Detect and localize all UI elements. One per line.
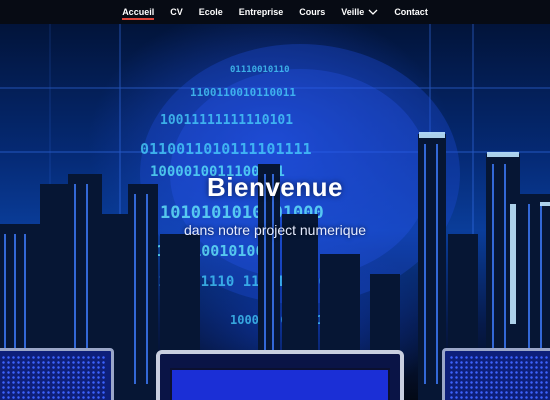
laptop-image-right [442, 348, 550, 400]
nav-item-label: CV [170, 7, 183, 17]
nav-item-label: Veille [341, 7, 365, 17]
nav-item-entreprise[interactable]: Entreprise [231, 0, 292, 24]
nav-item-accueil[interactable]: Accueil [114, 0, 162, 24]
hero-title: Bienvenue [207, 172, 343, 202]
nav-item-contact[interactable]: Contact [386, 0, 436, 24]
nav-item-veille[interactable]: Veille [333, 0, 386, 24]
nav-item-label: Cours [299, 7, 326, 17]
laptop-image-left [0, 348, 114, 400]
nav-item-label: Accueil [122, 7, 155, 17]
hero-subtitle: dans notre project numerique [183, 222, 367, 238]
nav-item-cours[interactable]: Cours [291, 0, 333, 24]
nav-menu: Accueil CV Ecole Entreprise Cours Veille… [114, 0, 436, 24]
nav-item-label: Ecole [198, 7, 223, 17]
svg-text:01110010110: 01110010110 [230, 65, 290, 75]
svg-text:10011111111110101: 10011111111110101 [160, 113, 293, 128]
hero-background-image: 01110010110 1100110010110011 10011111111… [0, 24, 550, 400]
nav-item-ecole[interactable]: Ecole [191, 0, 231, 24]
chevron-down-icon [368, 9, 378, 15]
svg-text:1100110010110011: 1100110010110011 [190, 86, 296, 99]
nav-item-cv[interactable]: CV [162, 0, 191, 24]
nav-item-label: Entreprise [238, 7, 284, 17]
svg-text:0110011010111101111: 0110011010111101111 [140, 140, 312, 158]
laptop-image-center [156, 350, 404, 400]
hero-banner: 01110010110 1100110010110011 10011111111… [0, 24, 550, 400]
top-navigation: Accueil CV Ecole Entreprise Cours Veille… [0, 0, 550, 24]
nav-item-label: Contact [394, 7, 428, 17]
